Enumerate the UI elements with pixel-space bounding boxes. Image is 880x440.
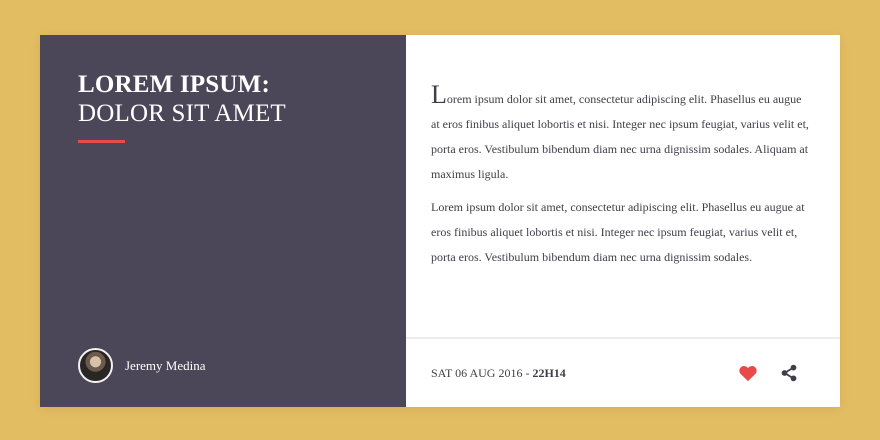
post-time: 22H14 bbox=[532, 365, 566, 380]
card-subtitle: DOLOR SIT AMET bbox=[78, 100, 286, 127]
dropcap: L bbox=[431, 80, 447, 109]
card-actions bbox=[738, 364, 798, 382]
card-title: LOREM IPSUM: bbox=[78, 71, 270, 98]
card-footer: SAT 06 AUG 2016 - 22H14 bbox=[406, 337, 840, 407]
heart-icon[interactable] bbox=[738, 364, 758, 382]
paragraph-1-text: orem ipsum dolor sit amet, consectetur a… bbox=[431, 92, 809, 181]
post-date-text: SAT 06 AUG 2016 - bbox=[431, 365, 533, 380]
title-accent-line bbox=[78, 140, 125, 143]
avatar[interactable] bbox=[78, 348, 113, 383]
paragraph-1: Lorem ipsum dolor sit amet, consectetur … bbox=[431, 82, 810, 187]
post-date: SAT 06 AUG 2016 - 22H14 bbox=[431, 366, 566, 381]
author-info[interactable]: Jeremy Medina bbox=[78, 348, 206, 383]
article-card: LOREM IPSUM: DOLOR SIT AMET Jeremy Medin… bbox=[40, 35, 840, 407]
author-name[interactable]: Jeremy Medina bbox=[125, 358, 206, 374]
paragraph-2: Lorem ipsum dolor sit amet, consectetur … bbox=[431, 200, 805, 264]
card-cover-panel: LOREM IPSUM: DOLOR SIT AMET Jeremy Medin… bbox=[40, 35, 406, 407]
article-body: Lorem ipsum dolor sit amet, consectetur … bbox=[406, 35, 840, 270]
card-content-panel: Lorem ipsum dolor sit amet, consectetur … bbox=[406, 35, 840, 407]
share-icon[interactable] bbox=[780, 364, 798, 382]
